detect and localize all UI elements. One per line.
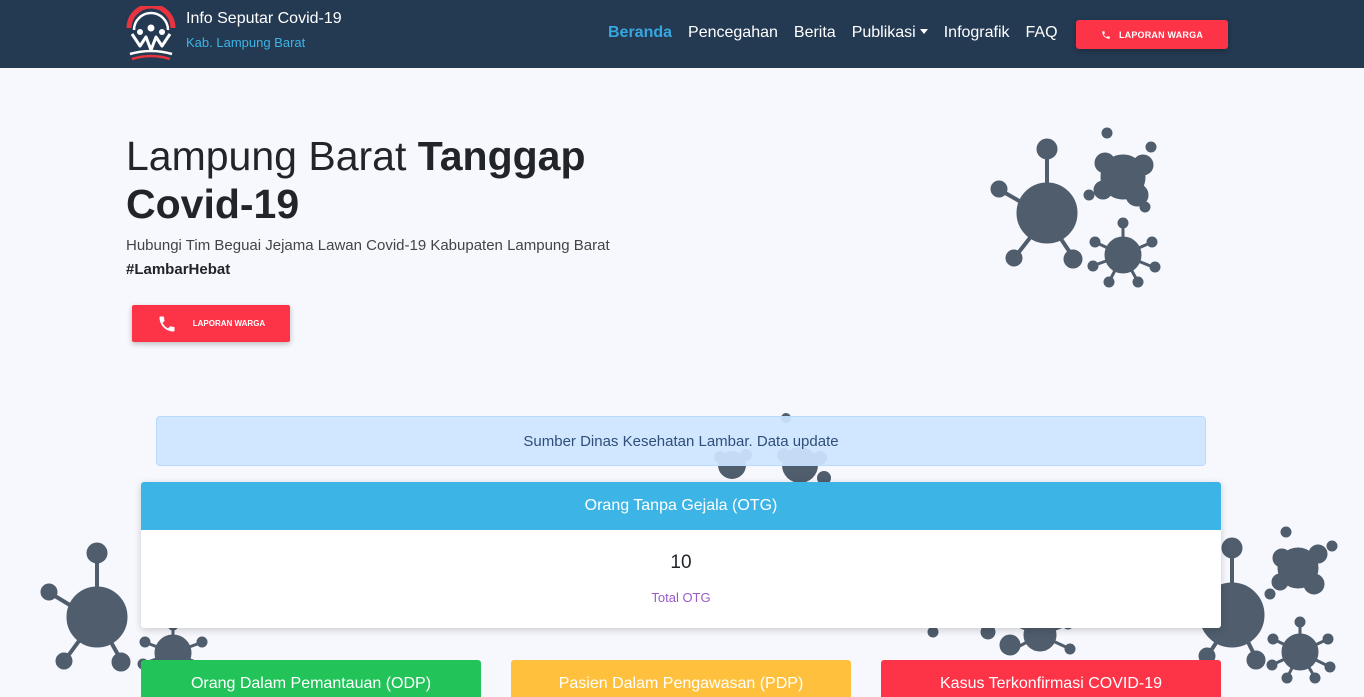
nav-beranda[interactable]: Beranda	[608, 24, 672, 42]
otg-card: Orang Tanpa Gejala (OTG) 10 Total OTG	[141, 482, 1221, 628]
caret-down-icon	[919, 29, 928, 34]
hero-title-bold: Tanggap	[417, 133, 586, 179]
otg-total-value: 10	[670, 552, 692, 573]
otg-total-label: Total OTG	[651, 590, 711, 605]
hero-title-bold-2: Covid-19	[126, 181, 300, 227]
phone-icon	[159, 316, 175, 331]
nav-publikasi[interactable]: Publikasi	[852, 24, 928, 42]
data-source-alert: Sumber Dinas Kesehatan Lambar. Data upda…	[156, 416, 1206, 466]
phone-icon	[1102, 30, 1110, 39]
logo-people-icon	[126, 6, 176, 61]
laporan-warga-nav-button[interactable]: LAPORAN WARGA	[1076, 20, 1228, 49]
main-nav: Beranda Pencegahan Berita Publikasi Info…	[608, 24, 1074, 42]
nav-faq[interactable]: FAQ	[1026, 24, 1058, 42]
nav-infografik[interactable]: Infografik	[944, 24, 1010, 42]
brand[interactable]: Info Seputar Covid-19 Kab. Lampung Barat	[126, 6, 342, 62]
otg-card-title: Orang Tanpa Gejala (OTG)	[141, 482, 1221, 530]
brand-subtitle: Kab. Lampung Barat	[186, 35, 306, 50]
odp-card-title: Orang Dalam Pemantauan (ODP)	[141, 660, 481, 697]
brand-title: Info Seputar Covid-19	[186, 10, 342, 27]
laporan-warga-nav-label: LAPORAN WARGA	[1118, 29, 1204, 40]
navbar: Info Seputar Covid-19 Kab. Lampung Barat…	[0, 0, 1364, 68]
nav-berita[interactable]: Berita	[794, 24, 836, 42]
hero-hashtag: #LambarHebat	[126, 261, 231, 278]
nav-publikasi-label: Publikasi	[851, 24, 916, 41]
confirmed-card-title: Kasus Terkonfirmasi COVID-19	[881, 660, 1221, 697]
virus-illustration-top	[990, 127, 1161, 288]
hero-subtitle: Hubungi Tim Beguai Jejama Lawan Covid-19…	[126, 237, 610, 254]
hero-title-light: Lampung Barat	[126, 133, 418, 179]
laporan-warga-hero-button[interactable]: LAPORAN WARGA	[132, 305, 290, 342]
pdp-card-title: Pasien Dalam Pengawasan (PDP)	[511, 660, 851, 697]
laporan-warga-hero-label: LAPORAN WARGA	[192, 319, 266, 328]
hero-title: Lampung Barat Tanggap Covid-19	[126, 132, 646, 228]
nav-pencegahan[interactable]: Pencegahan	[688, 24, 778, 42]
